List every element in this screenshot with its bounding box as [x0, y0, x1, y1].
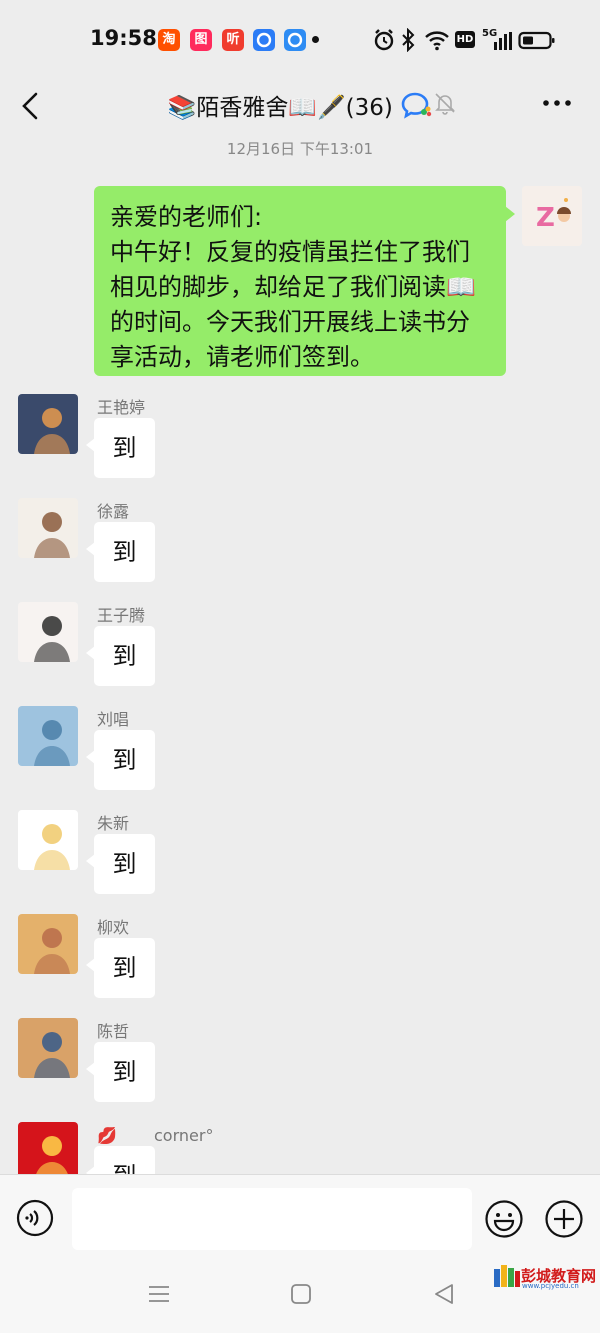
plus-icon[interactable]	[544, 1199, 584, 1239]
mute-bell-icon	[435, 93, 455, 115]
title-bar: 📚陌香雅舍📖🖋️(36)	[0, 80, 600, 136]
back-nav-icon[interactable]	[431, 1281, 457, 1307]
menu-nav-icon[interactable]	[146, 1281, 172, 1307]
chat-area[interactable]: 12月16日 下午13:01 亲爱的老师们: 中午好！反复的疫情虽拦住了我们相见…	[0, 0, 600, 1174]
sender-name: 柳欢	[97, 918, 130, 937]
message-bubble[interactable]: 到	[86, 1146, 155, 1174]
sender-avatar[interactable]	[18, 394, 78, 454]
sender-avatar[interactable]	[18, 1122, 78, 1174]
emoji-icon[interactable]	[484, 1199, 524, 1239]
my-message-bubble[interactable]: 亲爱的老师们: 中午好！反复的疫情虽拦住了我们相见的脚步，却给足了我们阅读📖的时…	[94, 186, 515, 376]
sender-name: 王子腾	[97, 606, 146, 625]
sender-name: 王艳婷	[97, 398, 146, 417]
message-bubble[interactable]: 到	[86, 1042, 155, 1102]
message-bubble[interactable]: 到	[86, 938, 155, 998]
message-row: 陈哲到	[0, 1018, 600, 1122]
my-avatar[interactable]: Z	[522, 186, 582, 246]
more-dots-icon[interactable]	[540, 86, 574, 120]
sender-name: 刘唱	[97, 710, 130, 729]
message-timestamp: 12月16日 下午13:01	[226, 140, 374, 158]
community-icon	[401, 92, 432, 119]
message-row: 朱新到	[0, 810, 600, 914]
sender-name: 朱新	[97, 814, 130, 833]
sender-name: 徐露	[97, 502, 130, 521]
message-input[interactable]	[72, 1188, 472, 1250]
message-bubble[interactable]: 到	[86, 730, 155, 790]
chat-title[interactable]: 📚陌香雅舍📖🖋️(36)	[0, 88, 600, 122]
group-name: 📚陌香雅舍📖🖋️(36)	[167, 95, 393, 121]
svg-text:Z: Z	[536, 203, 555, 233]
sender-avatar[interactable]	[18, 914, 78, 974]
system-nav-bar: 彭城教育网 www.pcjyedu.cn	[0, 1255, 600, 1333]
home-nav-icon[interactable]	[288, 1281, 314, 1307]
voice-icon[interactable]	[16, 1199, 54, 1237]
sender-avatar[interactable]	[18, 810, 78, 870]
books-logo-icon	[494, 1265, 520, 1287]
watermark-url: www.pcjyedu.cn	[522, 1282, 579, 1290]
message-row: 💋 corner°到	[0, 1122, 600, 1174]
message-bubble[interactable]: 到	[86, 522, 155, 582]
sender-avatar[interactable]	[18, 706, 78, 766]
sender-avatar[interactable]	[18, 602, 78, 662]
sender-name: 💋 corner°	[97, 1126, 214, 1145]
message-row: 王艳婷到	[0, 394, 600, 498]
message-bubble[interactable]: 到	[86, 626, 155, 686]
message-row: 王子腾到	[0, 602, 600, 706]
sender-avatar[interactable]	[18, 1018, 78, 1078]
message-row: 刘唱到	[0, 706, 600, 810]
sender-avatar[interactable]	[18, 498, 78, 558]
message-row: 柳欢到	[0, 914, 600, 1018]
sender-name: 陈哲	[97, 1022, 130, 1041]
input-bar	[0, 1174, 600, 1255]
message-bubble[interactable]: 到	[86, 834, 155, 894]
message-row: 徐露到	[0, 498, 600, 602]
message-bubble[interactable]: 到	[86, 418, 155, 478]
